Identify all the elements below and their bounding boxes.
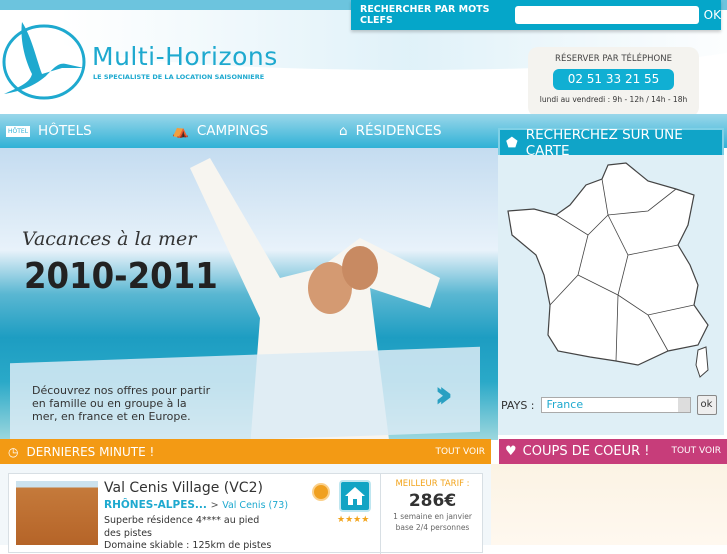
nav-campings[interactable]: ⛺ CAMPINGS — [172, 123, 268, 139]
map-panel: PAYS : France ok — [498, 155, 724, 435]
offer-card[interactable]: Val Cenis Village (VC2) RHÔNES-ALPES... … — [8, 473, 484, 554]
country-select[interactable]: France — [540, 397, 691, 413]
nav-label: RÉSIDENCES — [355, 123, 442, 139]
favorites-title: COUPS DE COEUR ! — [522, 444, 650, 459]
country-selector: PAYS : France ok — [498, 395, 724, 415]
map-title: RECHERCHEZ SUR UNE CARTE — [525, 126, 683, 159]
offer-title[interactable]: Val Cenis Village (VC2) — [104, 480, 263, 496]
offer-list: Val Cenis Village (VC2) RHÔNES-ALPES... … — [0, 464, 491, 554]
favorites-header: ♥ COUPS DE COEUR ! TOUT VOIR — [499, 439, 727, 464]
last-minute-title: DERNIERES MINUTE ! — [26, 444, 155, 459]
keyword-search: RECHERCHER PAR MOTS CLEFS OK — [351, 0, 721, 30]
offer-desc-line: Domaine skiable : 125km de pistes — [104, 540, 272, 551]
price-note: base 2/4 personnes — [395, 523, 470, 532]
favorites-image — [491, 464, 727, 545]
brand-tagline: LE SPECIALISTE DE LA LOCATION SAISONNIER… — [93, 73, 265, 81]
offer-region[interactable]: RHÔNES-ALPES... — [104, 499, 207, 511]
last-minute-see-all[interactable]: TOUT VOIR — [435, 447, 485, 457]
nav-label: HÔTELS — [38, 123, 92, 139]
offer-town[interactable]: Val Cenis (73) — [222, 500, 288, 511]
location-separator: > — [210, 500, 219, 511]
house-icon: ⌂ — [339, 123, 348, 139]
star-rating: ★★★★ — [337, 515, 370, 525]
hero-banner[interactable]: Vacances à la mer 2010-2011 Découvrez no… — [0, 148, 498, 440]
phone-box: RÉSERVER PAR TÉLÉPHONE 02 51 33 21 55 lu… — [528, 47, 699, 117]
country-label: PAYS : — [501, 398, 535, 412]
phone-hours: lundi au vendredi : 9h - 12h / 14h - 18h — [539, 95, 688, 104]
heron-logo-icon[interactable] — [2, 18, 90, 102]
france-map[interactable] — [498, 155, 724, 385]
nav-hotels[interactable]: HÔTEL HÔTELS — [6, 123, 92, 139]
offer-thumbnail[interactable] — [16, 481, 98, 545]
offer-description: Superbe résidence 4**** au pied des pist… — [104, 515, 279, 553]
favorites-see-all[interactable]: TOUT VOIR — [671, 446, 721, 456]
last-minute-header: ◷ DERNIERES MINUTE ! TOUT VOIR — [0, 439, 491, 464]
nav-residences[interactable]: ⌂ RÉSIDENCES — [339, 123, 442, 139]
price-label: MEILLEUR TARIF : — [395, 479, 470, 489]
offer-desc-line: Superbe résidence 4**** au pied des pist… — [104, 515, 260, 539]
hero-text: Découvrez nos offres pour partir en fami… — [32, 384, 211, 423]
price-box: MEILLEUR TARIF : 286€ 1 semaine en janvi… — [380, 474, 484, 554]
phone-title: RÉSERVER PAR TÉLÉPHONE — [555, 54, 672, 64]
tent-icon: ⛺ — [172, 123, 189, 139]
map-search-header[interactable]: ⬟ RECHERCHEZ SUR UNE CARTE — [498, 127, 724, 159]
hotel-icon: HÔTEL — [6, 125, 31, 137]
next-arrow-icon[interactable]: ›› — [434, 372, 454, 416]
search-label: RECHERCHER PAR MOTS CLEFS — [360, 4, 490, 26]
france-icon: ⬟ — [506, 134, 518, 151]
price-value: 286€ — [408, 491, 457, 511]
phone-number[interactable]: 02 51 33 21 55 — [553, 69, 674, 90]
residence-house-icon — [339, 480, 371, 512]
offer-location: RHÔNES-ALPES... > Val Cenis (73) — [104, 499, 288, 511]
country-ok-button[interactable]: ok — [696, 395, 717, 415]
nav-label: CAMPINGS — [196, 123, 269, 139]
clock-icon: ◷ — [8, 444, 19, 459]
last-minute-clock-icon — [312, 483, 330, 501]
heart-icon: ♥ — [505, 444, 517, 459]
search-input[interactable] — [515, 6, 699, 24]
brand-name[interactable]: Multi-Horizons — [92, 42, 278, 71]
hero-title: 2010-2011 — [24, 256, 218, 297]
price-note: 1 semaine en janvier — [393, 512, 472, 521]
search-ok-button[interactable]: OK — [704, 8, 721, 22]
hero-subtitle: Vacances à la mer — [22, 228, 197, 250]
